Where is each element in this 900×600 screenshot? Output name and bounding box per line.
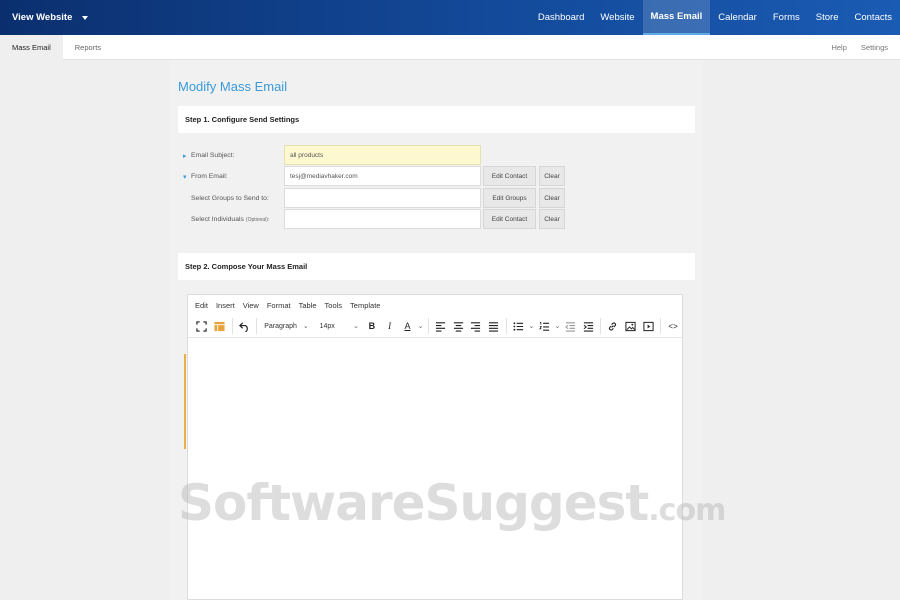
- edit-contact-button[interactable]: Edit Contact: [483, 166, 536, 186]
- clear-groups-button[interactable]: Clear: [539, 188, 565, 208]
- align-right-icon[interactable]: [467, 317, 485, 335]
- chevron-down-icon[interactable]: ⌄: [527, 322, 535, 330]
- undo-icon[interactable]: [235, 317, 253, 335]
- font-size-select[interactable]: 14px ⌄: [316, 317, 363, 335]
- menu-insert[interactable]: Insert: [216, 301, 235, 310]
- sub-nav-bar: Mass Email Reports Help Settings: [0, 35, 900, 60]
- groups-input[interactable]: [284, 188, 481, 208]
- individuals-input[interactable]: [284, 209, 481, 229]
- align-center-icon[interactable]: [449, 317, 467, 335]
- block-format-value: Paragraph: [264, 322, 297, 330]
- nav-website[interactable]: Website: [592, 0, 642, 35]
- nav-mass-email[interactable]: Mass Email: [642, 0, 711, 35]
- subject-label: Email Subject:: [191, 152, 235, 159]
- expand-arrow-icon: ▸: [183, 152, 187, 160]
- page-title: Modify Mass Email: [178, 79, 288, 94]
- italic-icon[interactable]: I: [381, 317, 399, 335]
- menu-format[interactable]: Format: [267, 301, 291, 310]
- help-link[interactable]: Help: [831, 35, 846, 60]
- source-code-icon[interactable]: <>: [664, 317, 682, 335]
- from-email-input[interactable]: tesj@mediavhaker.com: [284, 166, 481, 186]
- top-nav-bar: View Website Dashboard Website Mass Emai…: [0, 0, 900, 35]
- indent-icon[interactable]: [579, 317, 597, 335]
- step2-header: Step 2. Compose Your Mass Email: [178, 253, 695, 280]
- outdent-icon[interactable]: [561, 317, 579, 335]
- from-label: From Email:: [191, 173, 228, 180]
- nav-calendar[interactable]: Calendar: [710, 0, 765, 35]
- text-color-icon[interactable]: A: [399, 317, 417, 335]
- chevron-down-icon[interactable]: ⌄: [417, 322, 425, 330]
- align-justify-icon[interactable]: [485, 317, 503, 335]
- settings-link[interactable]: Settings: [861, 35, 888, 60]
- rich-text-editor: Edit Insert View Format Table Tools Temp…: [187, 294, 683, 600]
- editor-content-area[interactable]: [188, 339, 682, 599]
- email-subject-input[interactable]: all products: [284, 145, 481, 165]
- media-icon[interactable]: [639, 317, 657, 335]
- watermark-tld: .com: [648, 493, 726, 528]
- nav-dashboard[interactable]: Dashboard: [530, 0, 592, 35]
- tab-mass-email[interactable]: Mass Email: [0, 35, 63, 60]
- view-website-dropdown[interactable]: View Website: [12, 0, 89, 35]
- individuals-row: Select Individuals (Optional): Edit Cont…: [178, 209, 695, 230]
- font-size-value: 14px: [319, 322, 335, 330]
- link-icon[interactable]: [604, 317, 622, 335]
- nav-store[interactable]: Store: [808, 0, 847, 35]
- groups-label: Select Groups to Send to:: [191, 195, 269, 202]
- chevron-down-icon: ⌄: [353, 323, 360, 330]
- chevron-down-icon[interactable]: ⌄: [553, 322, 561, 330]
- nav-forms[interactable]: Forms: [765, 0, 808, 35]
- individuals-label: Select Individuals: [191, 216, 244, 223]
- from-row: ▾ From Email: tesj@mediavhaker.com Edit …: [178, 166, 695, 187]
- nav-contacts[interactable]: Contacts: [847, 0, 900, 35]
- editor-menubar: Edit Insert View Format Table Tools Temp…: [188, 295, 682, 315]
- step1-header: Step 1. Configure Send Settings: [178, 106, 695, 133]
- collapse-arrow-icon: ▾: [183, 173, 187, 181]
- menu-tools[interactable]: Tools: [325, 301, 343, 310]
- menu-edit[interactable]: Edit: [195, 301, 208, 310]
- fullscreen-icon[interactable]: [193, 317, 211, 335]
- menu-view[interactable]: View: [243, 301, 259, 310]
- optional-note: (Optional):: [245, 216, 270, 223]
- align-left-icon[interactable]: [432, 317, 450, 335]
- numbered-list-icon[interactable]: [535, 317, 553, 335]
- image-icon[interactable]: [622, 317, 640, 335]
- tab-reports[interactable]: Reports: [63, 35, 113, 60]
- chevron-down-icon: ⌄: [302, 323, 309, 330]
- bold-icon[interactable]: B: [363, 317, 381, 335]
- block-format-select[interactable]: Paragraph ⌄: [260, 317, 315, 335]
- watermark-brand: SoftwareSuggest: [178, 474, 649, 532]
- clear-individuals-button[interactable]: Clear: [539, 209, 565, 229]
- main-nav: Dashboard Website Mass Email Calendar Fo…: [530, 0, 900, 35]
- editor-toolbar: Paragraph ⌄ 14px ⌄ B I A ⌄ ⌄ ⌄ <>: [188, 315, 682, 338]
- bullet-list-icon[interactable]: [509, 317, 527, 335]
- edit-individuals-contact-button[interactable]: Edit Contact: [483, 209, 536, 229]
- watermark: SoftwareSuggest.com: [178, 474, 726, 532]
- template-icon[interactable]: [211, 317, 229, 335]
- editor-resize-handle: [184, 354, 186, 449]
- caret-down-icon: [82, 15, 89, 20]
- view-website-label: View Website: [12, 12, 73, 23]
- menu-template[interactable]: Template: [350, 301, 380, 310]
- subject-row: ▸ Email Subject: all products: [178, 145, 695, 166]
- clear-from-button[interactable]: Clear: [539, 166, 565, 186]
- groups-row: Select Groups to Send to: Edit Groups Cl…: [178, 188, 695, 209]
- menu-table[interactable]: Table: [299, 301, 317, 310]
- edit-groups-button[interactable]: Edit Groups: [483, 188, 536, 208]
